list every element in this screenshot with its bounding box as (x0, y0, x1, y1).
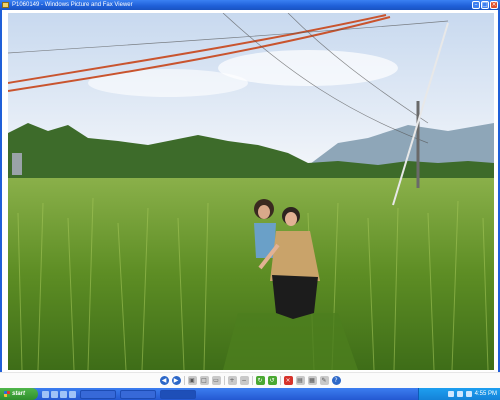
toolbar-separator (183, 376, 185, 385)
toolbar-separator (251, 376, 253, 385)
best-fit-icon[interactable]: ▣ (187, 376, 197, 385)
quick-launch (42, 390, 76, 398)
image-viewport[interactable] (0, 10, 500, 372)
viewer-toolbar: ◀ ▶ ▣ □ ▭ + − ↻ ↺ × ▤ ▦ ✎ ? (0, 372, 500, 388)
close-button[interactable]: × (490, 1, 498, 9)
field-path (223, 313, 358, 370)
actual-size-icon[interactable]: □ (199, 376, 209, 385)
start-button[interactable]: start (0, 388, 38, 400)
delete-icon[interactable]: × (283, 376, 293, 385)
print-icon[interactable]: ▤ (295, 376, 305, 385)
house (12, 153, 22, 175)
browser-icon[interactable] (42, 390, 49, 398)
zoom-in-icon[interactable]: + (227, 376, 237, 385)
zoom-out-icon[interactable]: − (239, 376, 249, 385)
photo-svg (8, 13, 494, 370)
title-bar[interactable]: P1060149 - Windows Picture and Fax Viewe… (0, 0, 500, 10)
copy-to-icon[interactable]: ▦ (307, 376, 317, 385)
messenger-icon[interactable] (69, 390, 76, 398)
rotate-counterclockwise-icon[interactable]: ↺ (267, 376, 277, 385)
start-label: start (12, 391, 26, 397)
previous-icon[interactable]: ◀ (159, 376, 169, 385)
network-icon[interactable] (447, 391, 454, 397)
slideshow-icon[interactable]: ▭ (211, 376, 221, 385)
volume-icon[interactable] (456, 391, 463, 397)
cloud (88, 69, 248, 97)
toolbar-separator (223, 376, 225, 385)
maximize-button[interactable]: □ (481, 1, 489, 9)
help-icon[interactable]: ? (331, 376, 341, 385)
window-controls: – □ × (472, 1, 498, 9)
app-icon (2, 2, 9, 8)
taskbar-button[interactable] (80, 389, 116, 399)
system-tray: 4:55 PM (418, 388, 500, 400)
taskbar-button-picture-viewer[interactable] (160, 389, 196, 399)
minimize-button[interactable]: – (472, 1, 480, 9)
media-player-icon[interactable] (51, 390, 58, 398)
toolbar-separator (279, 376, 281, 385)
next-icon[interactable]: ▶ (171, 376, 181, 385)
windows-flag-icon (4, 391, 10, 397)
clock[interactable]: 4:55 PM (475, 391, 497, 397)
rice-field-photo (8, 13, 494, 370)
rotate-clockwise-icon[interactable]: ↻ (255, 376, 265, 385)
security-icon[interactable] (465, 391, 472, 397)
edit-icon[interactable]: ✎ (319, 376, 329, 385)
taskbar: start 4:55 PM (0, 388, 500, 400)
window-title: P1060149 - Windows Picture and Fax Viewe… (12, 2, 133, 8)
taskbar-button[interactable] (120, 389, 156, 399)
folder-icon[interactable] (60, 390, 67, 398)
